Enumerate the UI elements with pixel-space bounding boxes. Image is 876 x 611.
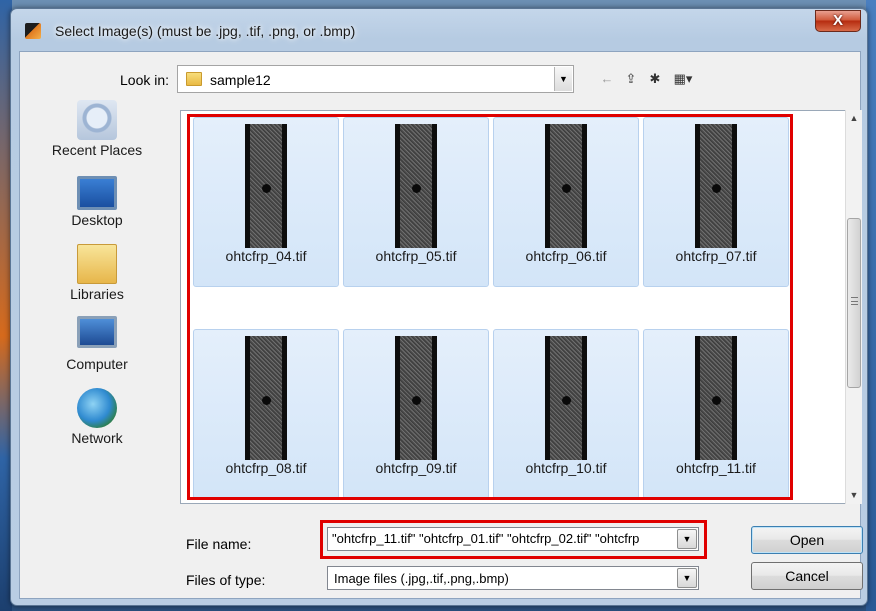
desktop-icon (77, 176, 117, 210)
chevron-down-icon[interactable]: ▼ (677, 568, 697, 588)
up-folder-icon[interactable]: ⇪ (622, 70, 640, 88)
place-libraries[interactable]: Libraries (22, 244, 172, 302)
scroll-down-icon[interactable]: ▼ (846, 487, 862, 504)
libraries-icon (77, 244, 117, 284)
title-bar[interactable]: Select Image(s) (must be .jpg, .tif, .pn… (11, 9, 867, 51)
place-label: Recent Places (51, 142, 143, 158)
vertical-scrollbar[interactable]: ▲ ▼ (845, 110, 862, 504)
back-arrow-icon[interactable]: ← (598, 70, 616, 88)
file-type-dropdown[interactable]: Image files (.jpg,.tif,.png,.bmp) ▼ (327, 566, 699, 590)
network-icon (77, 388, 117, 428)
place-label: Desktop (71, 212, 123, 228)
scrollbar-thumb[interactable] (847, 218, 861, 388)
new-folder-icon[interactable]: ✱ (646, 70, 664, 88)
cancel-button[interactable]: Cancel (751, 562, 863, 590)
file-dialog: Select Image(s) (must be .jpg, .tif, .pn… (10, 8, 868, 606)
grip-icon (851, 297, 858, 305)
computer-icon (77, 316, 117, 348)
place-computer[interactable]: Computer (22, 316, 172, 372)
file-type-value: Image files (.jpg,.tif,.png,.bmp) (334, 571, 509, 586)
dialog-body: Look in: sample12 ▼ ← ⇪ ✱ ▦▾ Recent Plac… (19, 51, 863, 599)
highlight-box-files (187, 114, 793, 500)
view-menu-icon[interactable]: ▦▾ (670, 70, 696, 88)
window-title: Select Image(s) (must be .jpg, .tif, .pn… (55, 23, 356, 39)
open-button[interactable]: Open (751, 526, 863, 554)
place-label: Network (71, 430, 123, 446)
matlab-app-icon (25, 23, 41, 39)
look-in-dropdown[interactable]: sample12 ▼ (177, 65, 574, 93)
close-button[interactable]: X (815, 10, 861, 32)
place-network[interactable]: Network (22, 388, 172, 446)
place-recent-places[interactable]: Recent Places (22, 100, 172, 158)
place-label: Computer (66, 356, 128, 372)
scroll-up-icon[interactable]: ▲ (846, 110, 862, 127)
chevron-down-icon[interactable]: ▼ (554, 67, 572, 91)
place-label: Libraries (70, 286, 124, 302)
file-name-label: File name: (186, 536, 252, 552)
file-type-label: Files of type: (186, 572, 266, 588)
recent-places-icon (77, 100, 117, 140)
places-bar: Recent Places Desktop Libraries Computer… (22, 100, 172, 520)
highlight-box-filename (320, 520, 707, 559)
look-in-value: sample12 (210, 72, 271, 88)
place-desktop[interactable]: Desktop (22, 172, 172, 228)
dialog-toolbar: ← ⇪ ✱ ▦▾ (598, 70, 696, 88)
folder-icon (186, 72, 202, 86)
look-in-label: Look in: (120, 72, 170, 88)
